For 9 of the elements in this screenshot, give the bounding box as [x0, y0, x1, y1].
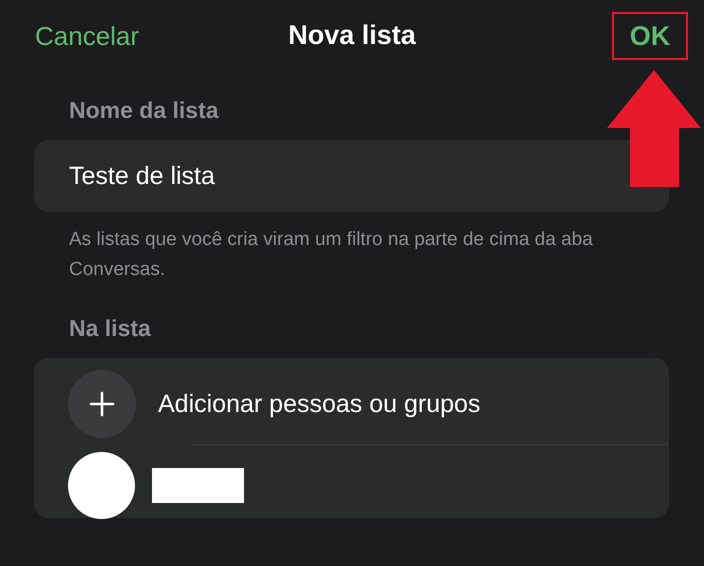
cancel-link[interactable]: Cancelar	[35, 20, 140, 52]
list-name-field[interactable]: Teste de lista	[34, 140, 669, 212]
section-label: Na lista	[69, 315, 151, 342]
add-icon[interactable]	[68, 370, 136, 438]
ok-button[interactable]: OK	[612, 12, 688, 60]
add-people-item[interactable]: Adicionar pessoas ou grupos	[158, 390, 480, 418]
screen-title: Nova lista	[288, 20, 416, 51]
section-label: Nome da lista	[69, 97, 219, 124]
hint-text: As listas que você cria viram um filtro na parte de cima da aba Conversas.	[69, 228, 594, 282]
